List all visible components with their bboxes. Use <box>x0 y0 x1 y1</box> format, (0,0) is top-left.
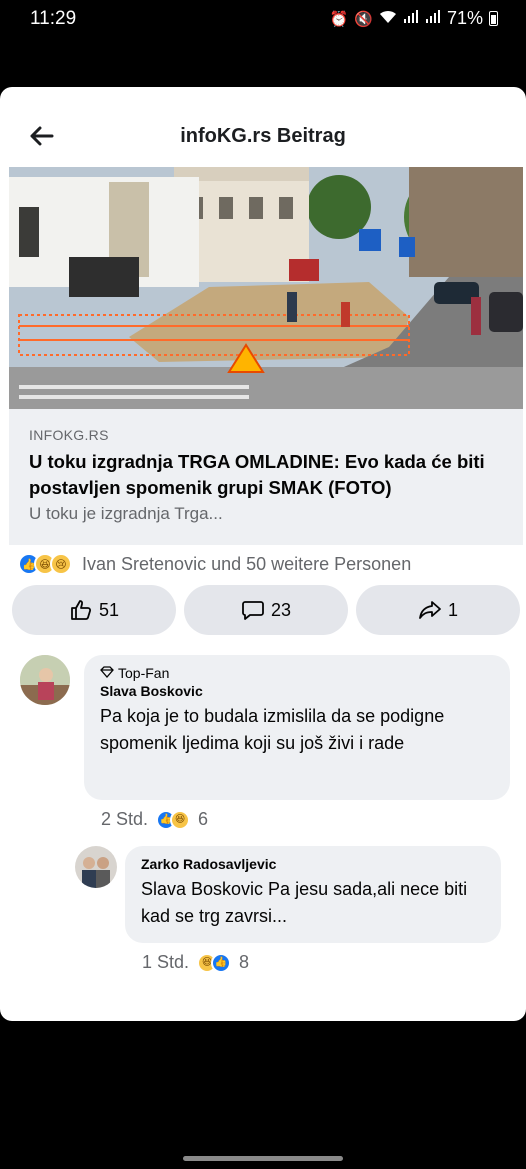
haha-icon: 😆 <box>170 809 191 830</box>
link-description: U toku je izgradnja Trga... <box>29 504 223 524</box>
post-sheet: infoKG.rs Beitrag INFOKG.RS U toku izgra… <box>0 87 526 1021</box>
comment-icon <box>242 601 264 620</box>
comment-meta: 2 Std. 👍 😆 6 <box>101 809 208 830</box>
status-bar: 11:29 ⏰ 🔇 71% <box>0 0 526 40</box>
sad-icon: 😢 <box>50 553 72 575</box>
battery-icon <box>489 11 498 26</box>
link-preview-meta[interactable]: INFOKG.RS U toku izgradnja TRGA OMLADINE… <box>9 409 523 545</box>
reactions-summary[interactable]: 👍 😆 😢 Ivan Sretenovic und 50 weitere Per… <box>18 553 411 575</box>
reply-text: Slava Boskovic Pa jesu sada,ali nece bit… <box>141 879 468 926</box>
battery-percent: 71% <box>446 8 483 28</box>
avatar[interactable] <box>75 846 117 888</box>
avatar[interactable] <box>20 655 70 705</box>
like-icon: 👍 <box>211 952 232 973</box>
comment-reaction-count: 6 <box>198 809 209 829</box>
like-button[interactable]: 51 <box>12 585 176 635</box>
diamond-icon <box>100 665 114 681</box>
comment-text: Pa koja je to budala izmislila da se pod… <box>100 706 445 753</box>
signal-icon-2 <box>425 9 441 28</box>
wifi-icon <box>379 10 397 28</box>
alarm-icon: ⏰ <box>329 10 349 28</box>
action-bar: 51 23 1 <box>12 585 520 635</box>
reply-time[interactable]: 1 Std. <box>142 952 189 973</box>
link-title: U toku izgradnja TRGA OMLADINE: Evo kada… <box>29 451 485 498</box>
top-fan-label: Top-Fan <box>118 665 170 681</box>
comment-time[interactable]: 2 Std. <box>101 809 148 830</box>
comment-reactions[interactable]: 👍 😆 <box>156 809 191 830</box>
comment-bubble[interactable]: Top-Fan Slava Boskovic Pa koja je to bud… <box>84 655 510 800</box>
reply-bubble[interactable]: Zarko Radosavljevic Slava Boskovic Pa je… <box>125 846 501 943</box>
link-preview-card[interactable]: INFOKG.RS U toku izgradnja TRGA OMLADINE… <box>9 167 523 545</box>
comment-button[interactable]: 23 <box>184 585 348 635</box>
share-button[interactable]: 1 <box>356 585 520 635</box>
reactions-text: Ivan Sretenovic und 50 weitere Personen <box>82 553 412 574</box>
comment-author[interactable]: Slava Boskovic <box>100 683 494 699</box>
status-time: 11:29 <box>30 8 77 29</box>
mute-icon: 🔇 <box>354 10 373 28</box>
share-icon <box>419 601 441 619</box>
status-icons: ⏰ 🔇 71% <box>330 8 498 29</box>
reply-meta: 1 Std. 😆 👍 8 <box>142 952 249 973</box>
reply-reaction-count: 8 <box>239 952 250 972</box>
page-title: infoKG.rs Beitrag <box>180 125 346 147</box>
link-preview-image[interactable] <box>9 167 523 409</box>
link-domain: INFOKG.RS <box>29 427 109 443</box>
reaction-icons: 👍 😆 😢 <box>18 553 72 575</box>
top-fan-badge: Top-Fan <box>100 665 494 681</box>
reply-reactions[interactable]: 😆 👍 <box>197 952 232 973</box>
thumbs-up-icon <box>71 600 92 620</box>
like-count: 51 <box>98 599 120 620</box>
home-indicator[interactable] <box>183 1156 343 1161</box>
comment-count: 23 <box>270 599 292 620</box>
share-count: 1 <box>447 599 458 620</box>
signal-icon <box>403 9 419 28</box>
reply-author[interactable]: Zarko Radosavljevic <box>141 856 485 872</box>
